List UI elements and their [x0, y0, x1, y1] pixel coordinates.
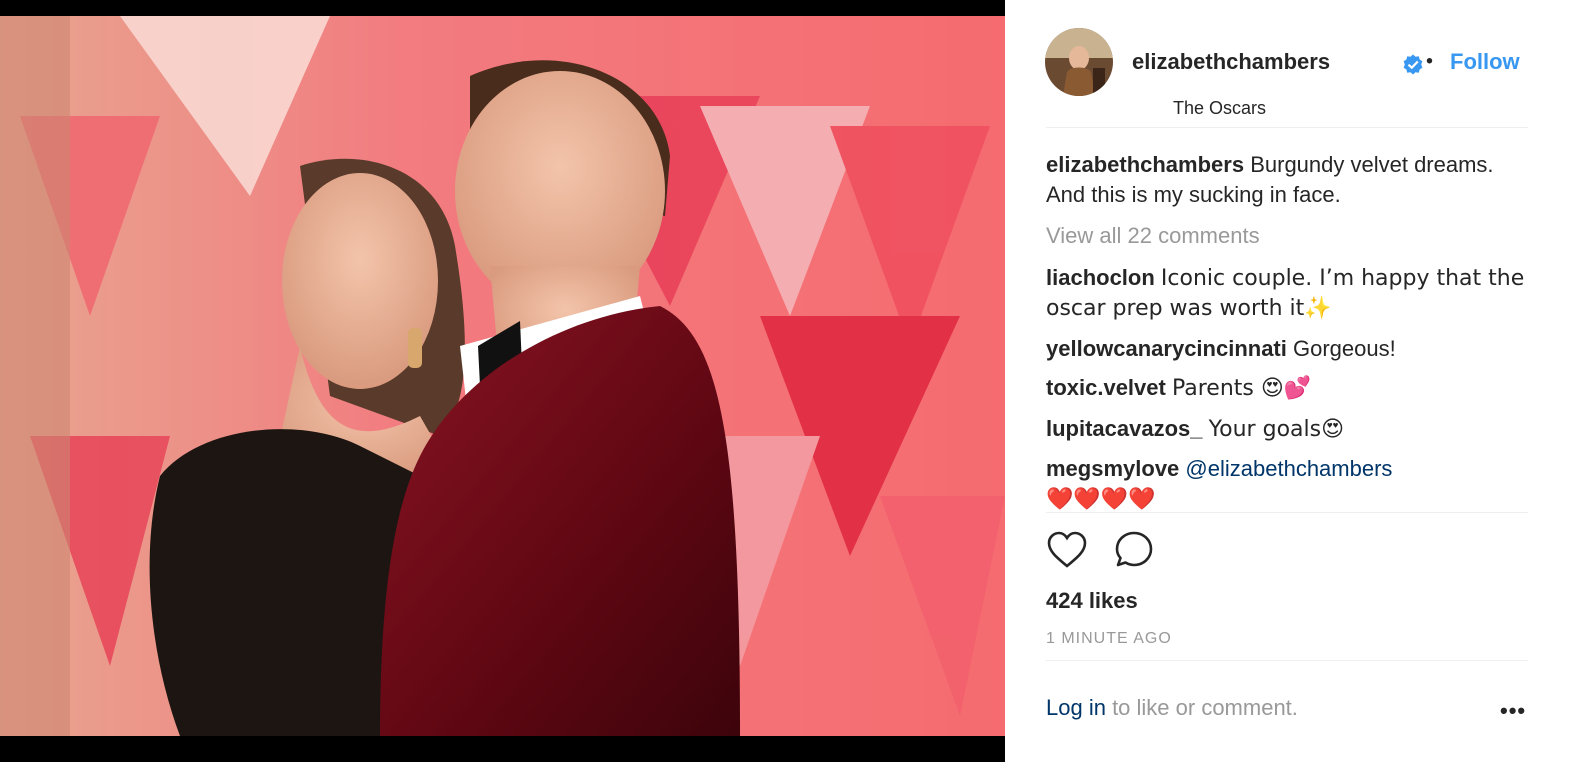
verified-badge-icon: [1402, 54, 1424, 81]
comment-text: ❤️❤️❤️❤️: [1046, 486, 1156, 512]
post-author-username[interactable]: elizabethchambers: [1132, 49, 1330, 75]
likes-count[interactable]: 424 likes: [1046, 588, 1138, 614]
comment-username[interactable]: toxic.velvet: [1046, 375, 1166, 400]
more-options-icon[interactable]: •••: [1500, 698, 1526, 724]
comment-item: liachoclon Iconic couple. I’m happy that…: [1046, 263, 1528, 324]
comment-icon[interactable]: [1114, 530, 1154, 570]
comment-text: Gorgeous!: [1293, 335, 1396, 361]
login-prompt-text: to like or comment.: [1105, 695, 1298, 720]
post-location[interactable]: The Oscars: [1173, 98, 1266, 119]
header-separator: •: [1426, 50, 1434, 73]
view-all-comments-link[interactable]: View all 22 comments: [1046, 221, 1528, 251]
post-photo[interactable]: [0, 16, 1005, 736]
comments-section: elizabethchambers Burgundy velvet dreams…: [1046, 150, 1528, 514]
comment-text: Parents 😍💕: [1171, 376, 1312, 401]
heart-icon[interactable]: [1046, 530, 1088, 570]
comment-text: Your goals😍: [1208, 416, 1345, 442]
photo-pane: [0, 0, 1005, 762]
comments-divider: [1046, 512, 1528, 513]
comment-mention[interactable]: @elizabethchambers: [1185, 456, 1392, 481]
comment-item: toxic.velvet Parents 😍💕: [1046, 373, 1528, 404]
comment-item: yellowcanarycincinnati Gorgeous!: [1046, 334, 1528, 364]
post-timestamp: 1 MINUTE AGO: [1046, 630, 1172, 647]
follow-button[interactable]: Follow: [1450, 49, 1520, 75]
header-divider: [1046, 127, 1528, 128]
login-prompt: Log in to like or comment.: [1046, 695, 1298, 721]
comment-item: lupitacavazos_ Your goals😍: [1046, 414, 1528, 445]
post-header: elizabethchambers • Follow The Oscars: [1045, 28, 1530, 118]
comment-username[interactable]: megsmylove: [1046, 456, 1179, 481]
login-link[interactable]: Log in: [1046, 695, 1106, 720]
caption-username[interactable]: elizabethchambers: [1046, 152, 1244, 177]
comment-username[interactable]: lupitacavazos_: [1046, 416, 1203, 441]
comment-item: megsmylove @elizabethchambers ❤️❤️❤️❤️: [1046, 454, 1528, 514]
avatar[interactable]: [1045, 28, 1113, 96]
footer-divider: [1046, 660, 1528, 661]
comment-username[interactable]: liachoclon: [1046, 265, 1155, 290]
comment-username[interactable]: yellowcanarycincinnati: [1046, 336, 1287, 361]
caption: elizabethchambers Burgundy velvet dreams…: [1046, 150, 1528, 209]
